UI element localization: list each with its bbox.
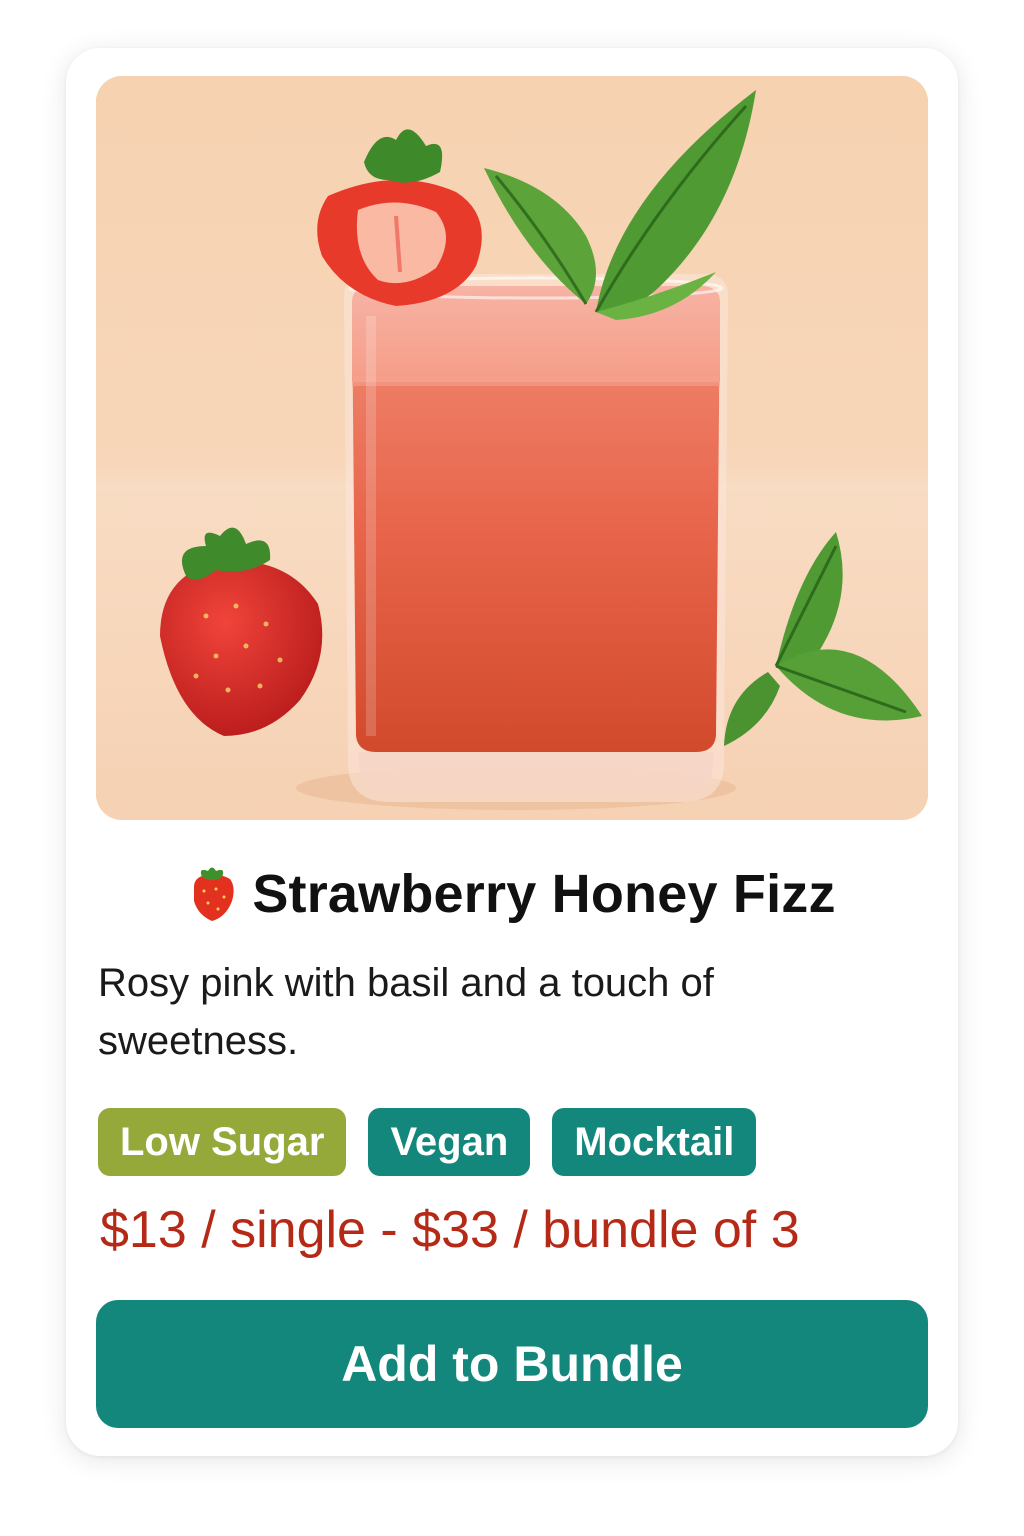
product-card: Strawberry Honey Fizz Rosy pink with bas… — [66, 48, 958, 1456]
product-title: Strawberry Honey Fizz — [252, 864, 836, 924]
tag-mocktail: Mocktail — [552, 1108, 757, 1176]
tag-vegan: Vegan — [368, 1108, 531, 1176]
price-text: $13 / single - $33 / bundle of 3 — [100, 1201, 800, 1259]
strawberry-icon — [188, 865, 238, 923]
product-image — [96, 76, 928, 820]
tag-list: Low Sugar Vegan Mocktail — [98, 1108, 757, 1176]
add-to-bundle-button[interactable]: Add to Bundle — [96, 1300, 928, 1428]
tag-low-sugar: Low Sugar — [98, 1108, 347, 1176]
title-row: Strawberry Honey Fizz — [66, 858, 958, 930]
product-description: Rosy pink with basil and a touch of swee… — [98, 961, 714, 1063]
